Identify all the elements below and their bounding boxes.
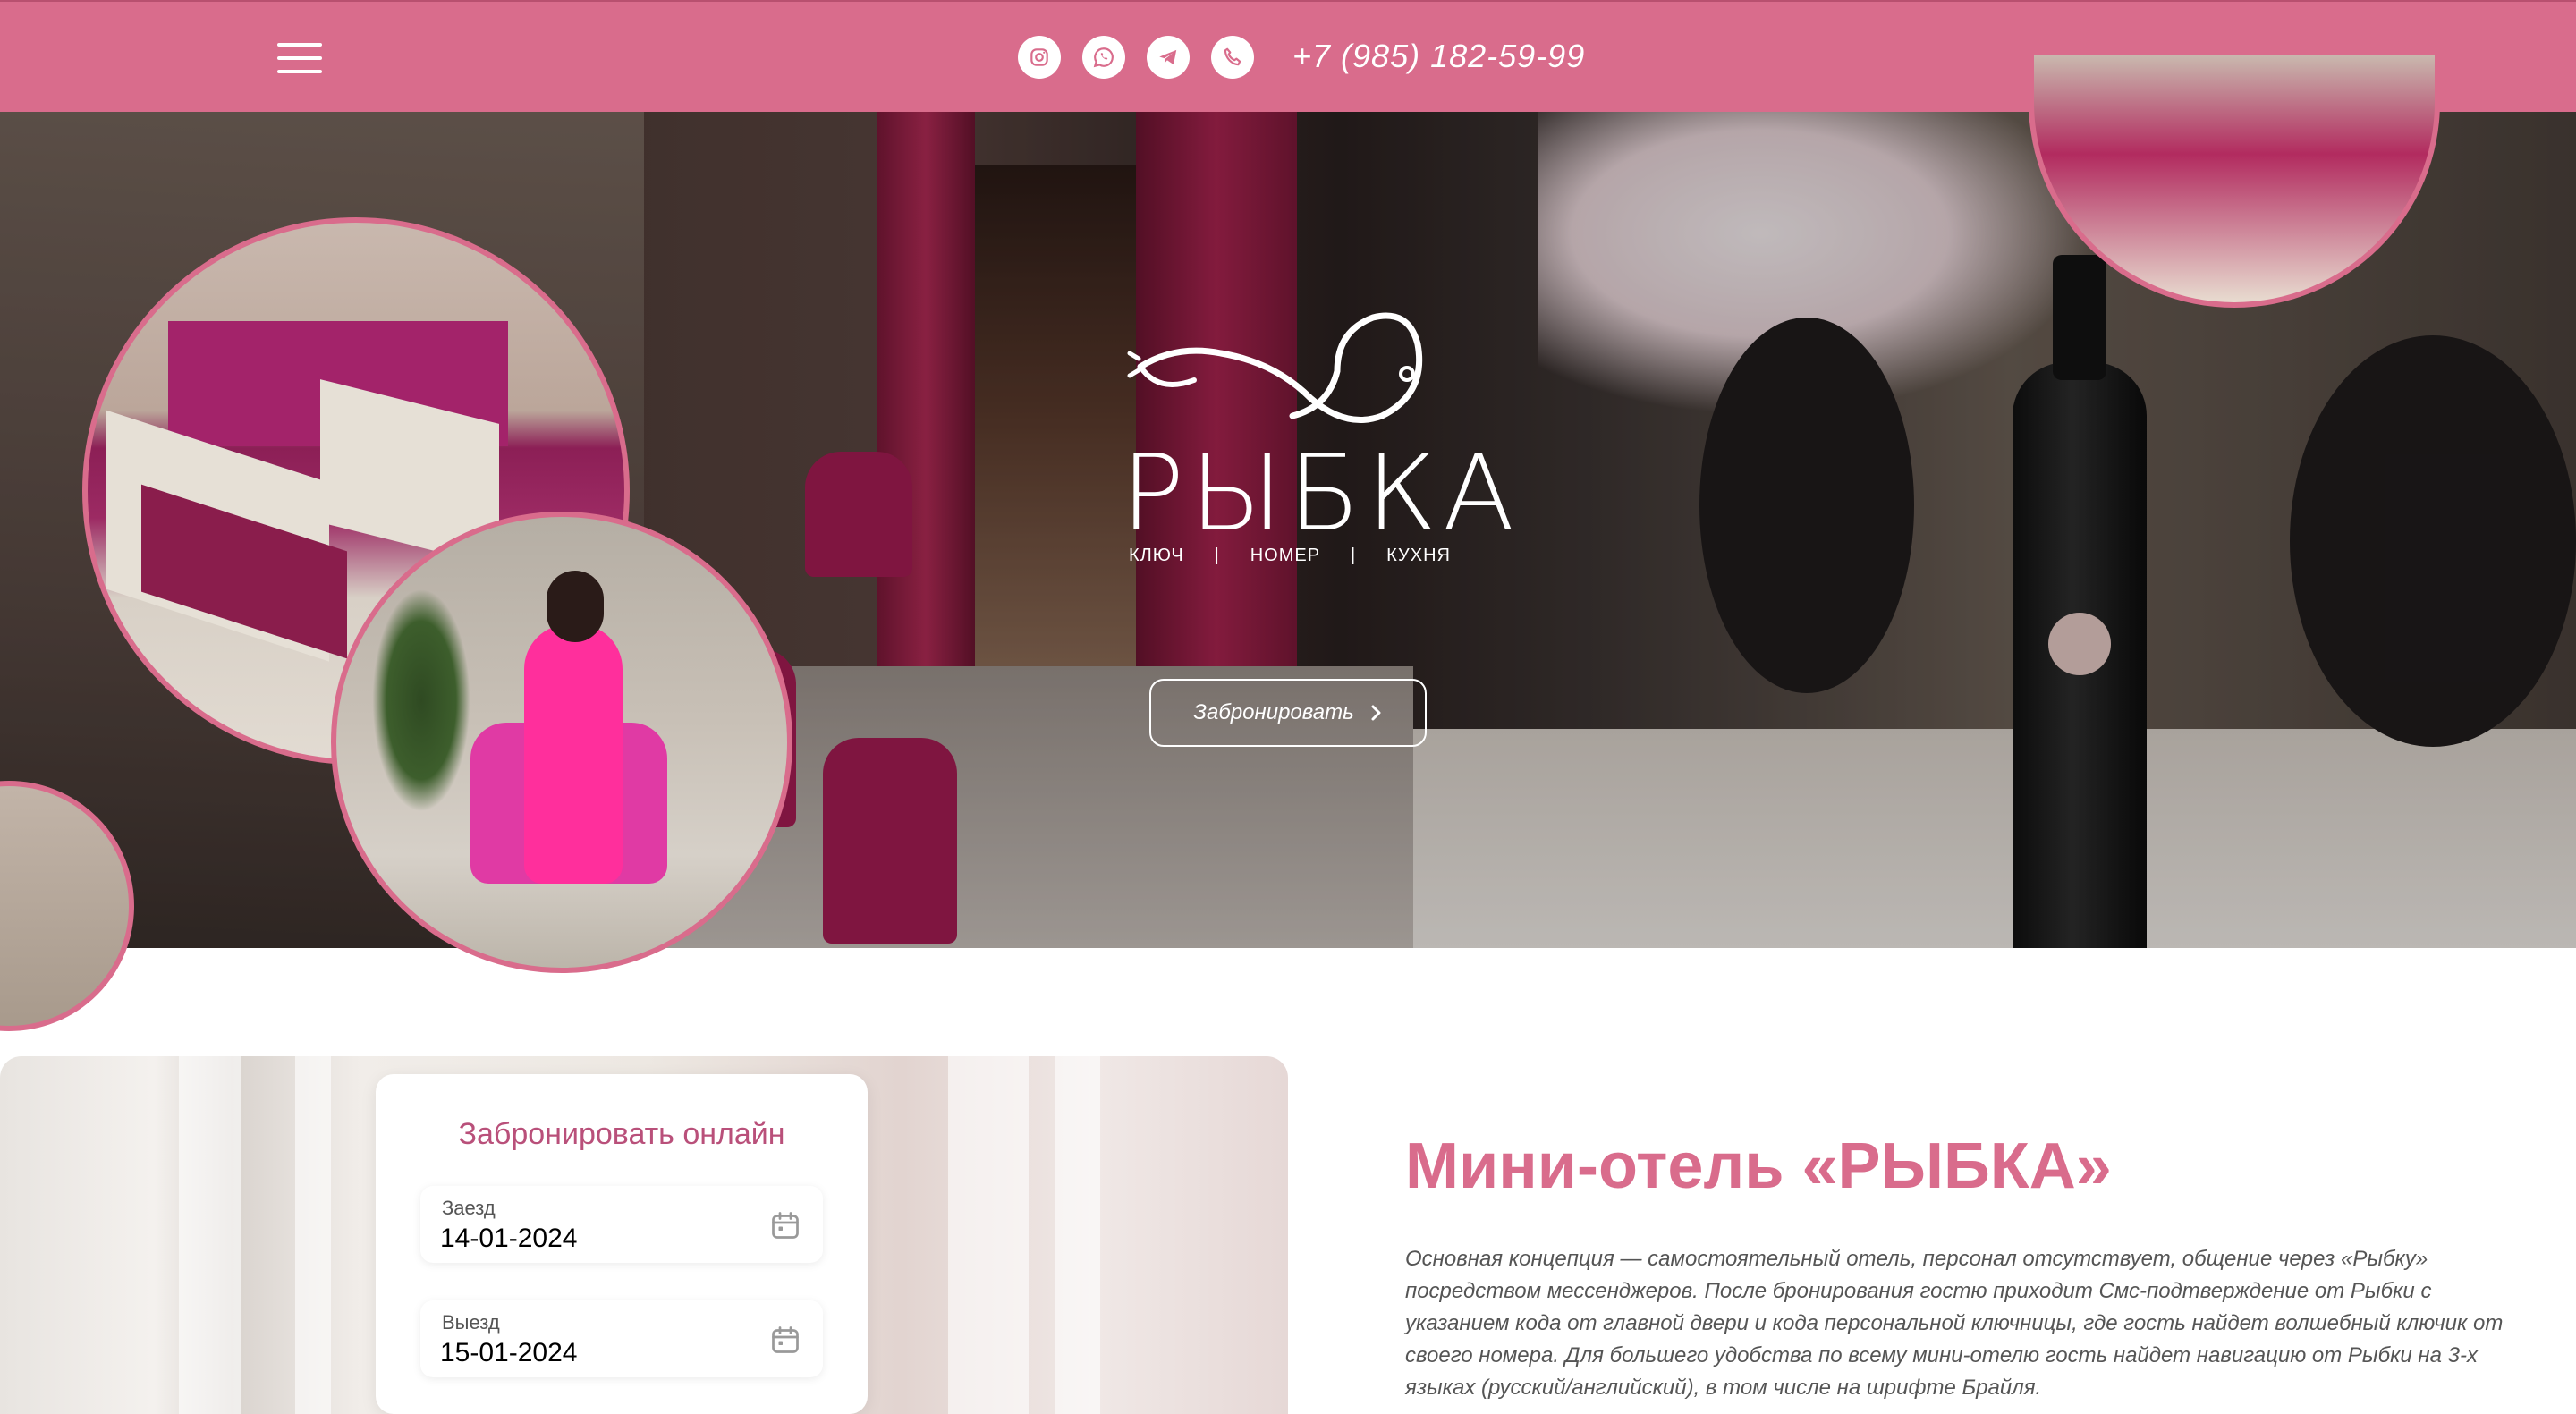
guest-photo	[331, 512, 792, 973]
calendar-icon[interactable]	[769, 1209, 801, 1241]
booking-form: Забронировать онлайн Заезд 14-01-2024 Вы…	[376, 1074, 868, 1414]
social-links	[1018, 36, 1254, 79]
book-button-label: Забронировать	[1193, 700, 1354, 724]
tagline-item: КУХНЯ	[1386, 546, 1451, 565]
tagline-divider: |	[1214, 546, 1220, 565]
calendar-icon[interactable]	[769, 1324, 801, 1356]
menu-icon[interactable]	[277, 43, 322, 75]
checkout-label: Выезд	[442, 1311, 500, 1334]
brand-name: РЫБКА	[1121, 431, 1521, 555]
booking-title: Забронировать онлайн	[458, 1117, 785, 1151]
about-text: Основная концепция — самостоятельный оте…	[1405, 1247, 2504, 1400]
brand-tagline: КЛЮЧ | НОМЕР | КУХНЯ	[1129, 546, 1451, 566]
checkout-field[interactable]: Выезд 15-01-2024	[420, 1300, 823, 1377]
tagline-item: КЛЮЧ	[1129, 546, 1184, 565]
instagram-icon[interactable]	[1018, 36, 1061, 79]
tagline-item: НОМЕР	[1250, 546, 1321, 565]
telegram-icon[interactable]	[1147, 36, 1190, 79]
checkin-field[interactable]: Заезд 14-01-2024	[420, 1186, 823, 1263]
whatsapp-icon[interactable]	[1082, 36, 1125, 79]
chevron-right-icon	[1371, 705, 1381, 721]
checkout-value[interactable]: 15-01-2024	[440, 1338, 577, 1368]
tagline-divider: |	[1351, 546, 1357, 565]
checkin-value[interactable]: 14-01-2024	[440, 1223, 577, 1254]
phone-icon[interactable]	[1211, 36, 1254, 79]
book-button[interactable]: Забронировать	[1149, 679, 1427, 747]
phone-number[interactable]: +7 (985) 182-59-99	[1292, 38, 1585, 75]
checkin-label: Заезд	[442, 1197, 496, 1219]
about-title: Мини-отель «РЫБКА»	[1405, 1130, 2112, 1202]
